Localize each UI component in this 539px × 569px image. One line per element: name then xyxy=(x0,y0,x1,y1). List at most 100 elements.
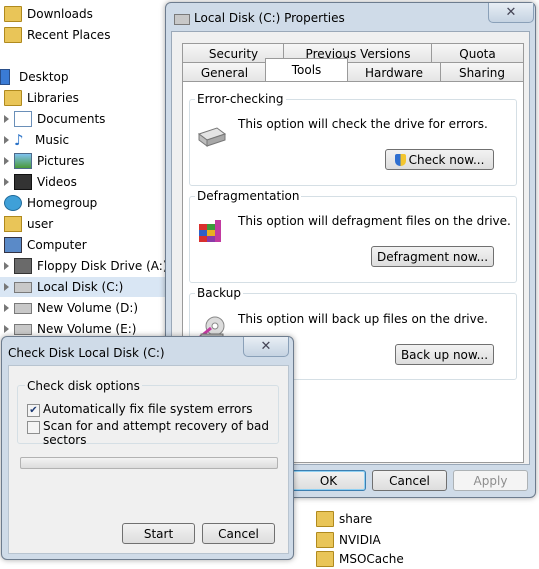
nav-item-user[interactable]: user xyxy=(4,214,53,234)
expand-arrow-icon[interactable] xyxy=(4,325,9,333)
auto-fix-label: Automatically fix file system errors xyxy=(43,402,253,416)
properties-titlebar[interactable]: Local Disk (C:) Properties ✕ xyxy=(166,3,535,31)
nav-item-label: Downloads xyxy=(27,7,93,21)
check-disk-options-title: Check disk options xyxy=(25,379,142,393)
nav-item-label: Floppy Disk Drive (A:) xyxy=(37,259,168,273)
nav-item-recent-places[interactable]: Recent Places xyxy=(4,25,110,45)
drive-icon xyxy=(14,302,32,314)
defragment-now-button[interactable]: Defragment now... xyxy=(371,246,494,267)
expand-arrow-icon[interactable] xyxy=(4,262,9,270)
computer-icon xyxy=(4,237,22,253)
nav-item-floppy[interactable]: Floppy Disk Drive (A:) xyxy=(4,256,168,276)
documents-icon xyxy=(14,111,32,127)
nav-item-downloads[interactable]: Downloads xyxy=(4,4,93,24)
start-button[interactable]: Start xyxy=(122,523,195,544)
button-label: Defragment now... xyxy=(376,249,489,264)
back-up-now-button[interactable]: Back up now... xyxy=(395,344,494,365)
content-item-label: share xyxy=(339,512,373,526)
properties-title: Local Disk (C:) Properties xyxy=(194,11,345,25)
content-item-msocache[interactable]: MSOCache xyxy=(316,549,404,569)
button-label: Cancel xyxy=(218,526,259,541)
cancel-button[interactable]: Cancel xyxy=(202,523,275,544)
downloads-folder-icon xyxy=(4,6,22,22)
scan-bad-sectors-checkbox[interactable] xyxy=(27,421,40,434)
check-disk-window: Check Disk Local Disk (C:) ✕ Check disk … xyxy=(1,336,294,560)
floppy-drive-icon xyxy=(14,258,32,274)
nav-item-music[interactable]: ♪ Music xyxy=(4,130,69,150)
videos-icon xyxy=(14,174,32,190)
nav-item-label: Recent Places xyxy=(27,28,111,42)
close-icon: ✕ xyxy=(505,5,517,20)
button-label: Start xyxy=(143,526,174,541)
expand-arrow-icon[interactable] xyxy=(4,115,9,123)
nav-item-desktop[interactable]: Desktop xyxy=(0,67,69,87)
expand-arrow-icon[interactable] xyxy=(4,136,9,144)
check-disk-progress-bar xyxy=(20,457,278,469)
expand-arrow-icon[interactable] xyxy=(4,304,9,312)
tab-quota[interactable]: Quota xyxy=(431,43,524,63)
error-checking-title: Error-checking xyxy=(195,92,286,106)
nav-item-label: Local Disk (C:) xyxy=(37,280,124,294)
nav-item-label: Pictures xyxy=(37,154,85,168)
tab-label: Quota xyxy=(459,46,496,61)
libraries-icon xyxy=(4,90,22,106)
tab-general[interactable]: General xyxy=(182,62,267,82)
local-disk-icon xyxy=(14,281,32,293)
check-disk-titlebar[interactable]: Check Disk Local Disk (C:) ✕ xyxy=(2,337,293,365)
content-item-label: NVIDIA xyxy=(339,533,381,547)
nav-item-computer[interactable]: Computer xyxy=(4,235,87,255)
tab-label: General xyxy=(200,65,249,80)
nav-item-homegroup[interactable]: Homegroup xyxy=(4,193,97,213)
cancel-button[interactable]: Cancel xyxy=(372,470,447,491)
expand-arrow-icon[interactable] xyxy=(4,283,9,291)
pictures-icon xyxy=(14,153,32,169)
tab-label: Tools xyxy=(291,63,322,77)
button-label: Apply xyxy=(473,473,508,488)
nav-item-label: New Volume (E:) xyxy=(37,322,137,336)
nav-item-label: Libraries xyxy=(27,91,79,105)
local-disk-icon xyxy=(174,14,190,25)
music-note-icon: ♪ xyxy=(14,131,24,149)
user-folder-icon xyxy=(4,216,22,232)
nav-item-label: Documents xyxy=(37,112,106,126)
nav-item-videos[interactable]: Videos xyxy=(4,172,77,192)
desktop-icon xyxy=(0,69,10,85)
defragmentation-group xyxy=(189,196,517,283)
button-label: Back up now... xyxy=(400,347,489,362)
defragmentation-title: Defragmentation xyxy=(195,189,302,203)
folder-icon xyxy=(316,511,334,527)
content-item-label: MSOCache xyxy=(339,552,404,566)
content-item-share[interactable]: share xyxy=(316,509,372,529)
auto-fix-checkbox[interactable]: ✔ xyxy=(27,404,40,417)
close-button[interactable]: ✕ xyxy=(243,337,289,357)
content-item-nvidia[interactable]: NVIDIA xyxy=(316,530,381,550)
close-button[interactable]: ✕ xyxy=(488,3,534,23)
tab-label: Hardware xyxy=(365,65,423,80)
check-disk-title: Check Disk Local Disk (C:) xyxy=(8,346,165,360)
nav-item-new-volume-d[interactable]: New Volume (D:) xyxy=(4,298,138,318)
defragmentation-description: This option will defragment files on the… xyxy=(238,214,511,228)
error-checking-description: This option will check the drive for err… xyxy=(238,117,488,131)
folder-icon xyxy=(316,532,334,548)
error-checking-group xyxy=(189,99,517,186)
tab-tools[interactable]: Tools xyxy=(265,58,348,81)
defragment-icon xyxy=(199,220,221,242)
tab-hardware[interactable]: Hardware xyxy=(346,62,442,82)
check-now-button[interactable]: Check now... xyxy=(385,149,494,170)
button-label: Cancel xyxy=(389,473,430,488)
ok-button[interactable]: OK xyxy=(291,470,366,491)
nav-item-label: Videos xyxy=(37,175,77,189)
nav-item-local-disk-c[interactable]: Local Disk (C:) xyxy=(0,277,172,297)
apply-button[interactable]: Apply xyxy=(453,470,528,491)
recent-places-icon xyxy=(4,27,22,43)
tab-label: Sharing xyxy=(458,65,506,80)
nav-item-libraries[interactable]: Libraries xyxy=(4,88,79,108)
backup-title: Backup xyxy=(195,286,243,300)
tab-sharing[interactable]: Sharing xyxy=(440,62,524,82)
tab-label: Security xyxy=(208,46,259,61)
expand-arrow-icon[interactable] xyxy=(4,157,9,165)
nav-item-label: Desktop xyxy=(19,70,69,84)
nav-item-pictures[interactable]: Pictures xyxy=(4,151,85,171)
expand-arrow-icon[interactable] xyxy=(4,178,9,186)
nav-item-documents[interactable]: Documents xyxy=(4,109,105,129)
